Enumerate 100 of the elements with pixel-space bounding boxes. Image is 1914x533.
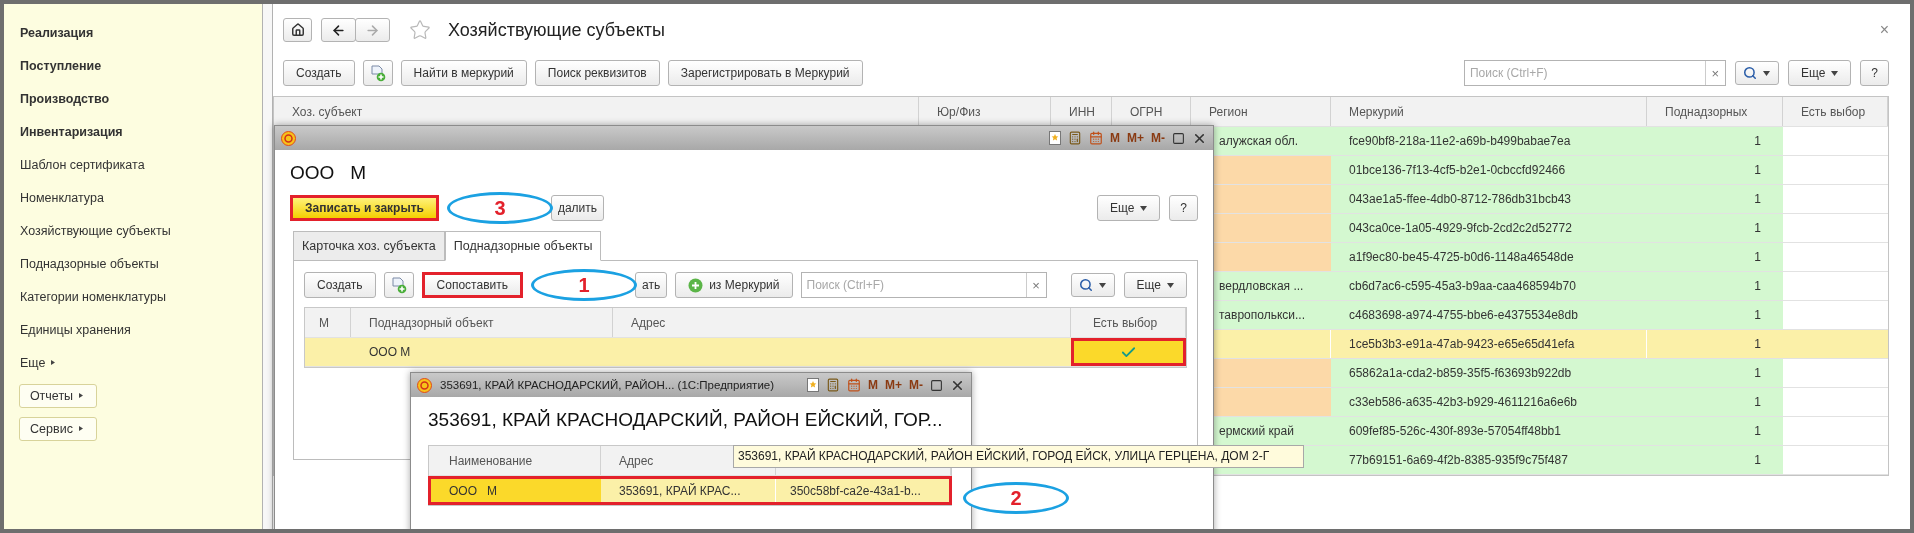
caret-icon <box>78 426 86 431</box>
back-button[interactable] <box>321 18 356 42</box>
table-row[interactable]: ООО М <box>305 338 1186 367</box>
add-button[interactable] <box>383 272 414 298</box>
sidebar-section[interactable]: Производство <box>4 82 110 115</box>
toolbar-button[interactable]: Зарегистрировать в Меркурий <box>667 60 863 86</box>
search-icon <box>1079 278 1094 292</box>
table-cell: 1 <box>1647 301 1783 329</box>
memory-button[interactable]: M+ <box>885 378 902 392</box>
calculator-icon[interactable] <box>1068 131 1082 145</box>
help-button[interactable]: ? <box>1169 195 1198 221</box>
column-header[interactable]: Наименование <box>429 446 601 475</box>
column-header[interactable]: Поднадзорный объект <box>351 308 613 337</box>
address-tooltip: 353691, КРАЙ КРАСНОДАРСКИЙ, РАЙОН ЕЙСКИЙ, ГОРОД ЕЙСК, УЛИЦА ГЕРЦЕНА, ДОМ 2-Г <box>733 445 1304 468</box>
memory-button[interactable]: M+ <box>1127 131 1144 145</box>
calendar-icon[interactable] <box>847 378 861 392</box>
table-cell: 1 <box>1647 272 1783 300</box>
table-cell: 1 <box>1647 185 1783 213</box>
close-button[interactable]: × <box>1879 21 1889 39</box>
sidebar-item[interactable]: Шаблон сертификата <box>4 148 145 181</box>
table-cell: c4683698-a974-4755-bbe6-e4375534e8db <box>1331 301 1647 329</box>
favorite-star-icon[interactable] <box>409 19 431 41</box>
search-button[interactable] <box>1070 273 1115 297</box>
sidebar-section[interactable]: Поступление <box>4 49 102 82</box>
splitter-bar[interactable] <box>262 4 273 529</box>
table-cell: cb6d7ac6-c595-45a3-b9aa-caa468594b70 <box>1331 272 1647 300</box>
sidebar-item[interactable]: Единицы хранения <box>4 313 131 346</box>
logo-icon <box>417 377 432 393</box>
table-cell: 65862a1a-cda2-b859-35f5-f63693b922db <box>1331 359 1647 387</box>
sidebar-item[interactable]: Хозяйствующие субъекты <box>4 214 171 247</box>
search-field[interactable]: Поиск (Ctrl+F) × <box>800 272 1047 298</box>
table-cell: 609fef85-526c-430f-893e-57054ff48bb1 <box>1331 417 1647 445</box>
table-cell: 1 <box>1647 243 1783 271</box>
memory-button[interactable]: M <box>1110 131 1120 145</box>
window-title: 353691, КРАЙ КРАСНОДАРСКИЙ, РАЙОН... (1С:Предприятие) <box>440 379 775 391</box>
column-header[interactable]: Есть выбор <box>1783 97 1888 126</box>
sidebar-section[interactable]: Реализация <box>4 16 94 49</box>
more-button[interactable]: Еще <box>1787 60 1852 86</box>
column-header[interactable]: Есть выбор <box>1071 308 1186 337</box>
search-button[interactable] <box>1734 61 1779 85</box>
tab[interactable]: Поднадзорные объекты <box>444 231 602 261</box>
table-cell: 01bce136-7f13-4cf5-b2e1-0cbccfd92466 <box>1331 156 1647 184</box>
memory-button[interactable]: M <box>868 378 878 392</box>
search-field[interactable]: Поиск (Ctrl+F) × <box>1463 60 1726 86</box>
sidebar-item[interactable]: Категории номенклатуры <box>4 280 166 313</box>
add-button[interactable] <box>362 60 393 86</box>
caret-icon <box>1167 282 1174 288</box>
table-cell: 1 <box>1647 446 1783 474</box>
table-cell: 1 <box>1647 214 1783 242</box>
toolbar-button[interactable]: Создать <box>283 60 355 86</box>
toolbar-button[interactable]: Поиск реквизитов <box>534 60 660 86</box>
toolbar-button[interactable]: ать <box>635 272 668 298</box>
sidebar-item[interactable]: Поднадзорные объекты <box>4 247 159 280</box>
column-header[interactable]: Поднадзорных <box>1647 97 1783 126</box>
star-document-icon[interactable] <box>807 378 819 392</box>
caret-icon <box>1831 70 1839 76</box>
caret-icon <box>1140 205 1148 211</box>
toolbar-button[interactable]: Найти в меркурий <box>400 60 527 86</box>
table-cell: a1f9ec80-be45-4725-b0d6-1148a46548de <box>1331 243 1647 271</box>
memory-button[interactable]: M- <box>909 378 923 392</box>
column-header[interactable]: М <box>305 308 351 337</box>
table-cell-text: 350c58bf-ca2e-43a1-b... <box>789 482 922 500</box>
toolbar-button[interactable]: Создать <box>304 272 376 298</box>
table-cell: 1 <box>1647 388 1783 416</box>
save-close-button[interactable]: Записать и закрыть <box>290 195 439 221</box>
maximize-icon[interactable] <box>930 378 943 392</box>
column-header[interactable]: Адрес <box>613 308 1071 337</box>
page-title: Хозяйствующие субъекты <box>448 19 665 41</box>
sidebar-section[interactable]: Инвентаризация <box>4 115 123 148</box>
logo-icon <box>281 130 296 146</box>
home-button[interactable] <box>283 18 312 42</box>
more-button[interactable]: Еще <box>1096 195 1161 221</box>
column-header[interactable]: Меркурий <box>1331 97 1647 126</box>
maximize-icon[interactable] <box>1172 131 1185 145</box>
more-button[interactable]: Еще <box>1123 272 1187 298</box>
document-plus-icon <box>369 64 386 82</box>
delete-button[interactable]: далить <box>550 195 605 221</box>
table-cell: fce90bf8-218a-11e2-a69b-b499babae7ea <box>1331 127 1647 155</box>
calendar-icon[interactable] <box>1089 131 1103 145</box>
home-icon <box>290 23 305 37</box>
toolbar-button[interactable]: Сопоставить <box>421 272 523 298</box>
table-cell: 043ca0ce-1a05-4929-9fcb-2cd2c2d52772 <box>1331 214 1647 242</box>
caret-icon <box>1099 282 1107 288</box>
memory-button[interactable]: M- <box>1151 131 1165 145</box>
table-cell: 77b69151-6a69-4f2b-8385-935f9c75f487 <box>1331 446 1647 474</box>
table-cell-text: ООО М <box>368 344 412 361</box>
sidebar-button[interactable]: Сервис <box>19 416 97 441</box>
help-button[interactable]: ? <box>1860 60 1889 86</box>
choice-cell[interactable] <box>1071 338 1186 366</box>
calculator-icon[interactable] <box>826 378 840 392</box>
sidebar-button[interactable]: Отчеты <box>19 383 97 408</box>
sidebar-item[interactable]: Номенклатура <box>4 181 104 214</box>
sidebar-more[interactable]: Еще <box>4 346 59 379</box>
table-cell: 1 <box>1647 156 1783 184</box>
tab[interactable]: Карточка хоз. субъекта <box>293 231 445 261</box>
search-icon <box>1743 66 1758 80</box>
table-cell: ООО М <box>431 479 601 502</box>
table-cell: 1 <box>1647 417 1783 445</box>
star-document-icon[interactable] <box>1049 131 1061 145</box>
import-button[interactable]: из Меркурий <box>675 272 793 298</box>
